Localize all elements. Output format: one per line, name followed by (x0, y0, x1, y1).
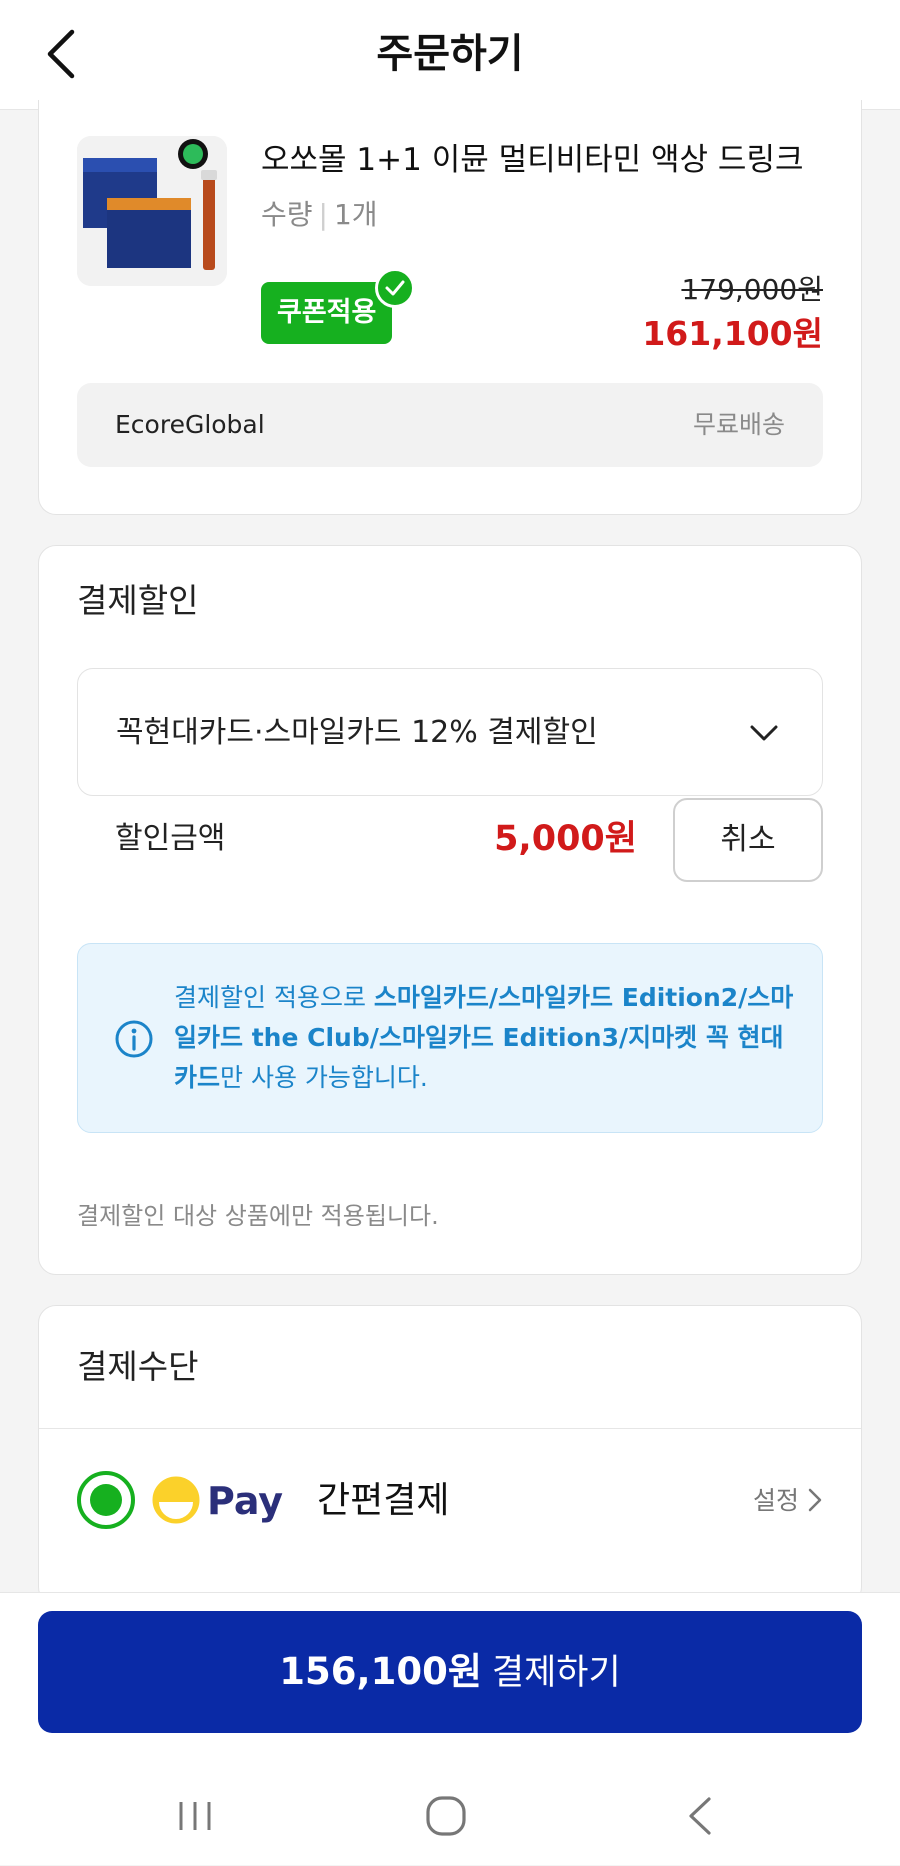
chevron-down-icon (750, 725, 778, 741)
discount-amount-value: 5,000원 (494, 819, 637, 859)
quantity-separator: | (318, 198, 328, 231)
recent-apps-icon (179, 1802, 211, 1830)
payment-method-card: 결제수단 Pay 간편결제 설정 (38, 1305, 862, 1605)
shipping-fee: 무료배송 (692, 410, 785, 439)
payment-discount-card: 결제할인 꼭현대카드·스마일카드 12% 결제할인 할인금액 5,000원 취소… (38, 545, 862, 1275)
section-title-discount: 결제할인 (77, 581, 199, 620)
seller-info: EcoreGlobal 무료배송 (77, 383, 823, 467)
home-button[interactable] (416, 1791, 476, 1841)
check-circle-icon (375, 268, 415, 308)
system-navigation-bar (0, 1773, 900, 1866)
smile-pay-icon (152, 1476, 200, 1524)
info-icon (115, 1020, 153, 1058)
product-name[interactable]: 오쏘몰 1+1 이뮨 멀티비타민 액상 드링크 (261, 138, 831, 182)
system-back-button[interactable] (670, 1791, 730, 1841)
discount-footnote: 결제할인 대상 상품에만 적용됩니다. (77, 1202, 439, 1230)
bottom-bar: 156,100원 결제하기 (0, 1592, 900, 1865)
divider (39, 1428, 861, 1429)
discount-select[interactable]: 꼭현대카드·스마일카드 12% 결제할인 (77, 668, 823, 796)
chevron-right-icon (808, 1488, 822, 1512)
settings-label: 설정 (753, 1486, 800, 1515)
back-icon (689, 1797, 711, 1835)
checkout-button[interactable]: 156,100원 결제하기 (38, 1611, 862, 1733)
discount-amount-label: 할인금액 (115, 821, 226, 856)
payment-settings-link[interactable]: 설정 (753, 1471, 823, 1531)
product-thumbnail[interactable] (77, 136, 227, 286)
home-icon (426, 1796, 466, 1836)
sale-price: 161,100원 (642, 314, 823, 353)
discount-selected-option: 꼭현대카드·스마일카드 12% 결제할인 (116, 715, 598, 750)
coupon-applied-badge: 쿠폰적용 (261, 282, 393, 344)
product-card: 오쏘몰 1+1 이뮨 멀티비타민 액상 드링크 수량 | 1개 쿠폰적용 179,0… (38, 100, 862, 515)
checkout-label: 결제하기 (491, 1653, 621, 1693)
original-price: 179,000원 (681, 273, 823, 306)
checkout-total: 156,100원 (279, 1650, 482, 1693)
info-suffix: 만 사용 가능합니다. (220, 1063, 428, 1092)
pay-brand-text: Pay (207, 1479, 284, 1523)
product-image (77, 136, 227, 286)
section-title-payment: 결제수단 (77, 1347, 199, 1386)
discount-info-text: 결제할인 적용으로 스마일카드/스마일카드 Edition2/스마일카드 the… (174, 978, 794, 1098)
payment-method-label: 간편결제 (317, 1480, 450, 1521)
recent-apps-button[interactable] (165, 1791, 225, 1841)
header: 주문하기 (0, 0, 900, 110)
payment-option-easy-pay[interactable]: Pay 간편결제 설정 (77, 1461, 823, 1541)
page-title: 주문하기 (376, 31, 524, 77)
seller-name: EcoreGlobal (115, 410, 265, 439)
radio-selected[interactable] (77, 1471, 135, 1529)
quantity-value: 1개 (333, 198, 378, 231)
quantity-label: 수량 (261, 198, 313, 231)
info-prefix: 결제할인 적용으로 (174, 983, 374, 1012)
product-quantity: 수량 | 1개 (261, 194, 378, 236)
cancel-discount-button[interactable]: 취소 (673, 798, 823, 882)
discount-info-box: 결제할인 적용으로 스마일카드/스마일카드 Edition2/스마일카드 the… (77, 943, 823, 1133)
